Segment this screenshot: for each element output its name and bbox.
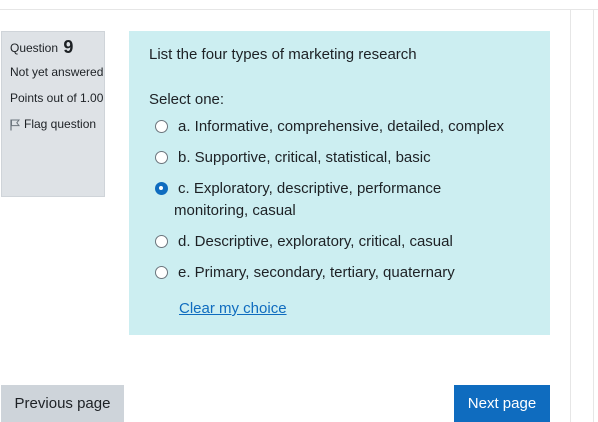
previous-page-button[interactable]: Previous page	[1, 385, 124, 422]
top-divider	[0, 9, 598, 10]
select-prompt: Select one:	[149, 91, 225, 108]
answer-label[interactable]: d. Descriptive, exploratory, critical, c…	[178, 231, 508, 253]
question-state: Not yet answered	[10, 65, 104, 79]
answer-label[interactable]: e. Primary, secondary, tertiary, quatern…	[178, 262, 508, 284]
answer-label[interactable]: b. Supportive, critical, statistical, ba…	[178, 147, 508, 169]
answer-label[interactable]: a. Informative, comprehensive, detailed,…	[178, 116, 508, 138]
quiz-page: Question 9 Not yet answered Points out o…	[0, 0, 598, 422]
flag-question-toggle[interactable]: Flag question	[10, 115, 104, 133]
question-grade: Points out of 1.00	[10, 91, 104, 105]
radio-button[interactable]	[155, 265, 168, 279]
question-label: Question	[10, 41, 59, 55]
right-gutter-divider	[570, 10, 571, 422]
radio-button[interactable]	[155, 234, 168, 248]
answer-label[interactable]: c. Exploratory, descriptive, performance…	[174, 178, 508, 222]
answer-option-b[interactable]: b. Supportive, critical, statistical, ba…	[149, 147, 530, 169]
question-number: 9	[63, 37, 74, 57]
answer-option-c[interactable]: c. Exploratory, descriptive, performance…	[149, 178, 530, 222]
question-info-panel: Question 9 Not yet answered Points out o…	[1, 31, 105, 197]
question-content: List the four types of marketing researc…	[129, 31, 550, 335]
right-gutter-divider-2	[593, 10, 594, 422]
next-page-button[interactable]: Next page	[454, 385, 550, 422]
clear-choice-link[interactable]: Clear my choice	[179, 300, 530, 317]
question-number-heading: Question 9	[10, 38, 104, 57]
answer-list: a. Informative, comprehensive, detailed,…	[149, 116, 530, 284]
answer-label-line-1: c. Exploratory, descriptive, performance	[178, 180, 442, 197]
flag-question-label: Flag question	[24, 117, 97, 131]
answer-option-d[interactable]: d. Descriptive, exploratory, critical, c…	[149, 231, 530, 253]
flag-icon	[10, 118, 21, 131]
radio-button-selected[interactable]	[155, 181, 168, 195]
question-text: List the four types of marketing researc…	[149, 46, 417, 63]
radio-button[interactable]	[155, 119, 168, 133]
answer-option-e[interactable]: e. Primary, secondary, tertiary, quatern…	[149, 262, 530, 284]
answer-label-line-2: monitoring, casual	[174, 202, 296, 219]
radio-button[interactable]	[155, 150, 168, 164]
answer-option-a[interactable]: a. Informative, comprehensive, detailed,…	[149, 116, 530, 138]
